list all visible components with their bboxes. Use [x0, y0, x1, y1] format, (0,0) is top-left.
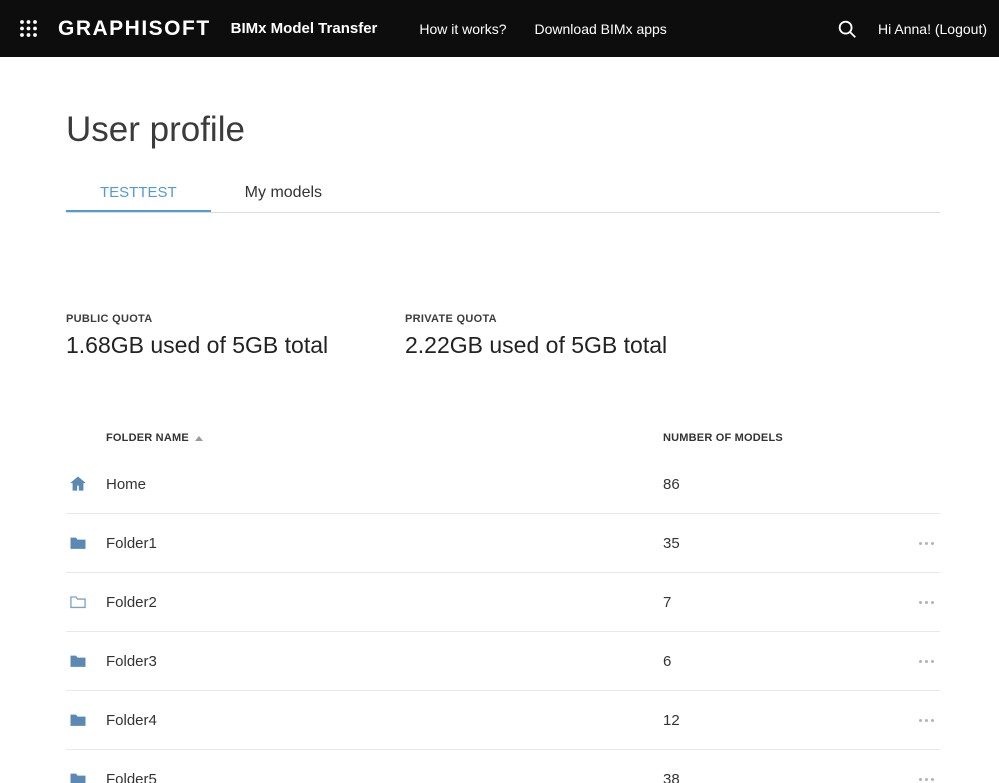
- table-row-home[interactable]: Home 86: [66, 455, 940, 514]
- search-icon-svg: [836, 18, 858, 40]
- public-quota-label: PUBLIC QUOTA: [66, 313, 405, 325]
- folder-name-header-label: FOLDER NAME: [106, 432, 189, 444]
- more-options-icon[interactable]: [917, 772, 936, 783]
- folder-name: Folder3: [106, 653, 663, 670]
- row-menu-cell: [896, 654, 940, 669]
- model-count: 38: [663, 771, 896, 783]
- table-row-folder1[interactable]: Folder1 35: [66, 514, 940, 573]
- folder-filled-icon-svg: [68, 533, 88, 553]
- graphisoft-logo[interactable]: GRAPHISOFT: [58, 17, 211, 41]
- home-icon: [66, 474, 106, 494]
- app-title: BIMx Model Transfer: [231, 20, 378, 37]
- nav-how-it-works[interactable]: How it works?: [419, 21, 506, 37]
- more-options-icon[interactable]: [917, 713, 936, 728]
- folder-outline-icon-svg: [68, 592, 88, 612]
- top-bar: GRAPHISOFT BIMx Model Transfer How it wo…: [0, 0, 999, 57]
- user-logout-link[interactable]: Hi Anna! (Logout): [878, 21, 987, 37]
- home-icon-svg: [68, 474, 88, 494]
- private-quota-value: 2.22GB used of 5GB total: [405, 332, 744, 359]
- more-options-icon[interactable]: [917, 654, 936, 669]
- search-icon[interactable]: [830, 12, 864, 46]
- folder-name: Folder2: [106, 594, 663, 611]
- table-row-folder3[interactable]: Folder3 6: [66, 632, 940, 691]
- folder-name: Folder5: [106, 771, 663, 783]
- top-nav: How it works? Download BIMx apps: [419, 21, 666, 37]
- folder-filled-icon: [66, 533, 106, 553]
- models-header-label: NUMBER OF MODELS: [663, 432, 783, 444]
- private-quota-label: PRIVATE QUOTA: [405, 313, 744, 325]
- folder-filled-icon: [66, 769, 106, 783]
- column-header-number-of-models: NUMBER OF MODELS: [663, 432, 896, 444]
- table-row-folder5[interactable]: Folder5 38: [66, 750, 940, 783]
- nav-download-bimx-apps[interactable]: Download BIMx apps: [535, 21, 667, 37]
- more-options-icon[interactable]: [917, 595, 936, 610]
- folder-filled-icon: [66, 710, 106, 730]
- folder-name: Home: [106, 476, 663, 493]
- folder-filled-icon-svg: [68, 769, 88, 783]
- model-count: 12: [663, 712, 896, 729]
- more-options-icon[interactable]: [917, 536, 936, 551]
- public-quota-value: 1.68GB used of 5GB total: [66, 332, 405, 359]
- folder-filled-icon-svg: [68, 710, 88, 730]
- row-menu-cell: [896, 713, 940, 728]
- model-count: 35: [663, 535, 896, 552]
- row-menu-cell: [896, 536, 940, 551]
- table-row-folder4[interactable]: Folder4 12: [66, 691, 940, 750]
- tab-testtest[interactable]: TESTTEST: [66, 174, 211, 212]
- apps-grid-icon-svg: [19, 19, 38, 38]
- tab-bar: TESTTEST My models: [66, 174, 940, 213]
- folder-outline-icon: [66, 592, 106, 612]
- table-header: FOLDER NAME NUMBER OF MODELS: [66, 421, 940, 455]
- table-row-folder2[interactable]: Folder2 7: [66, 573, 940, 632]
- public-quota: PUBLIC QUOTA 1.68GB used of 5GB total: [66, 313, 405, 359]
- folder-name: Folder1: [106, 535, 663, 552]
- private-quota: PRIVATE QUOTA 2.22GB used of 5GB total: [405, 313, 744, 359]
- folder-filled-icon-svg: [68, 651, 88, 671]
- folder-name: Folder4: [106, 712, 663, 729]
- sort-ascending-icon: [195, 436, 203, 441]
- column-header-folder-name[interactable]: FOLDER NAME: [106, 432, 663, 444]
- row-menu-cell: [896, 595, 940, 610]
- model-count: 86: [663, 476, 896, 493]
- main-content: User profile TESTTEST My models PUBLIC Q…: [0, 110, 999, 783]
- quota-section: PUBLIC QUOTA 1.68GB used of 5GB total PR…: [66, 313, 940, 359]
- model-count: 7: [663, 594, 896, 611]
- apps-grid-icon[interactable]: [0, 0, 56, 57]
- row-menu-cell: [896, 772, 940, 783]
- folders-table: FOLDER NAME NUMBER OF MODELS Home 86: [66, 421, 940, 783]
- page-title: User profile: [66, 110, 940, 150]
- model-count: 6: [663, 653, 896, 670]
- tab-my-models[interactable]: My models: [211, 174, 356, 212]
- folder-filled-icon: [66, 651, 106, 671]
